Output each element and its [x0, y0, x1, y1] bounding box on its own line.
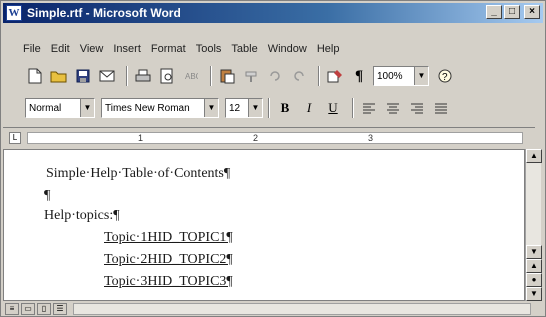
topic-link-3[interactable]: Topic·3HID_TOPIC3¶: [104, 274, 233, 290]
word-app-icon[interactable]: W: [6, 5, 22, 21]
font-size-value: 12: [229, 102, 241, 114]
next-page-icon[interactable]: ▼: [526, 287, 542, 301]
font-size-select[interactable]: 12 ▼: [225, 98, 263, 118]
menu-table[interactable]: Table: [231, 43, 257, 55]
scroll-down-icon[interactable]: ▼: [526, 245, 542, 259]
menu-edit[interactable]: Edit: [51, 43, 70, 55]
open-folder-icon[interactable]: [49, 66, 69, 86]
zoom-value: 100%: [377, 70, 403, 82]
tab-selector-icon[interactable]: L: [9, 132, 21, 144]
word-window: W Simple.rtf - Microsoft Word _ □ × File…: [0, 0, 546, 317]
underline-icon[interactable]: U: [323, 98, 343, 118]
toolbar-separator: [268, 98, 270, 118]
blank-paragraph[interactable]: ¶: [44, 188, 50, 204]
menu-format[interactable]: Format: [151, 43, 186, 55]
select-browse-object-icon[interactable]: ●: [526, 273, 542, 287]
normal-view-icon[interactable]: ≡: [5, 302, 19, 315]
ruler-strip[interactable]: 1 2 3: [27, 132, 523, 144]
chevron-down-icon[interactable]: ▼: [204, 99, 218, 117]
italic-icon[interactable]: I: [299, 98, 319, 118]
toolbar-separator: [318, 66, 320, 86]
window-title: Simple.rtf - Microsoft Word: [27, 6, 181, 20]
toolbar-separator: [352, 98, 354, 118]
menu-file[interactable]: File: [23, 43, 41, 55]
undo-icon[interactable]: [265, 66, 285, 86]
paste-icon[interactable]: [217, 66, 237, 86]
title-bar[interactable]: W Simple.rtf - Microsoft Word _ □ ×: [3, 3, 543, 23]
chevron-down-icon[interactable]: ▼: [248, 99, 262, 117]
ruler-mark: 1: [138, 133, 144, 143]
help-icon[interactable]: ?: [435, 66, 455, 86]
style-value: Normal: [29, 102, 62, 114]
close-button[interactable]: ×: [524, 5, 540, 19]
justify-icon[interactable]: [431, 98, 451, 118]
style-select[interactable]: Normal ▼: [25, 98, 95, 118]
outline-view-icon[interactable]: ☰: [53, 302, 67, 315]
chevron-down-icon[interactable]: ▼: [80, 99, 94, 117]
svg-text:ABC: ABC: [185, 72, 198, 81]
formatting-toolbar: Normal ▼ Times New Roman ▼ 12 ▼ B I U: [3, 93, 543, 123]
document-heading[interactable]: Simple·Help·Table·of·Contents¶: [46, 166, 230, 182]
window-controls: _ □ ×: [486, 5, 540, 19]
menu-bar: File Edit View Insert Format Tools Table…: [3, 39, 543, 59]
bold-icon[interactable]: B: [275, 98, 295, 118]
document-area[interactable]: Simple·Help·Table·of·Contents¶ ¶ Help·to…: [3, 149, 525, 301]
topic-link-1[interactable]: Topic·1HID_TOPIC1¶: [104, 230, 233, 246]
minimize-button[interactable]: _: [486, 5, 502, 19]
horizontal-ruler[interactable]: L 1 2 3: [3, 127, 535, 147]
standard-toolbar: ABC ¶ 100% ▼ ?: [3, 61, 543, 91]
chevron-down-icon[interactable]: ▼: [414, 67, 428, 85]
ruler-mark: 2: [253, 133, 259, 143]
print-preview-icon[interactable]: [157, 66, 177, 86]
previous-page-icon[interactable]: ▲: [526, 259, 542, 273]
show-formatting-icon[interactable]: ¶: [349, 66, 369, 86]
print-layout-icon[interactable]: ▯: [37, 302, 51, 315]
menu-help[interactable]: Help: [317, 43, 340, 55]
align-center-icon[interactable]: [383, 98, 403, 118]
horizontal-scrollbar[interactable]: [73, 302, 531, 315]
mail-icon[interactable]: [97, 66, 117, 86]
maximize-button[interactable]: □: [504, 5, 520, 19]
menu-insert[interactable]: Insert: [113, 43, 141, 55]
menu-tools[interactable]: Tools: [196, 43, 222, 55]
print-icon[interactable]: [133, 66, 153, 86]
web-layout-icon[interactable]: ▭: [21, 302, 35, 315]
redo-icon[interactable]: [289, 66, 309, 86]
spelling-icon[interactable]: ABC: [181, 66, 201, 86]
align-right-icon[interactable]: [407, 98, 427, 118]
format-painter-icon[interactable]: [241, 66, 261, 86]
toolbar-separator: [126, 66, 128, 86]
font-value: Times New Roman: [105, 102, 190, 114]
view-bar: ≡ ▭ ▯ ☰: [3, 301, 543, 316]
new-document-icon[interactable]: [25, 66, 45, 86]
zoom-select[interactable]: 100% ▼: [373, 66, 429, 86]
toolbar-separator: [210, 66, 212, 86]
menu-window[interactable]: Window: [268, 43, 307, 55]
tables-borders-icon[interactable]: [325, 66, 345, 86]
menu-view[interactable]: View: [80, 43, 104, 55]
vertical-scrollbar[interactable]: ▲ ▼ ▲ ● ▼: [525, 149, 542, 301]
font-select[interactable]: Times New Roman ▼: [101, 98, 219, 118]
ruler-mark: 3: [368, 133, 374, 143]
save-icon[interactable]: [73, 66, 93, 86]
scroll-up-icon[interactable]: ▲: [526, 149, 542, 163]
svg-text:?: ?: [442, 72, 448, 83]
topic-link-2[interactable]: Topic·2HID_TOPIC2¶: [104, 252, 233, 268]
align-left-icon[interactable]: [359, 98, 379, 118]
topics-label[interactable]: Help·topics:¶: [44, 208, 120, 224]
